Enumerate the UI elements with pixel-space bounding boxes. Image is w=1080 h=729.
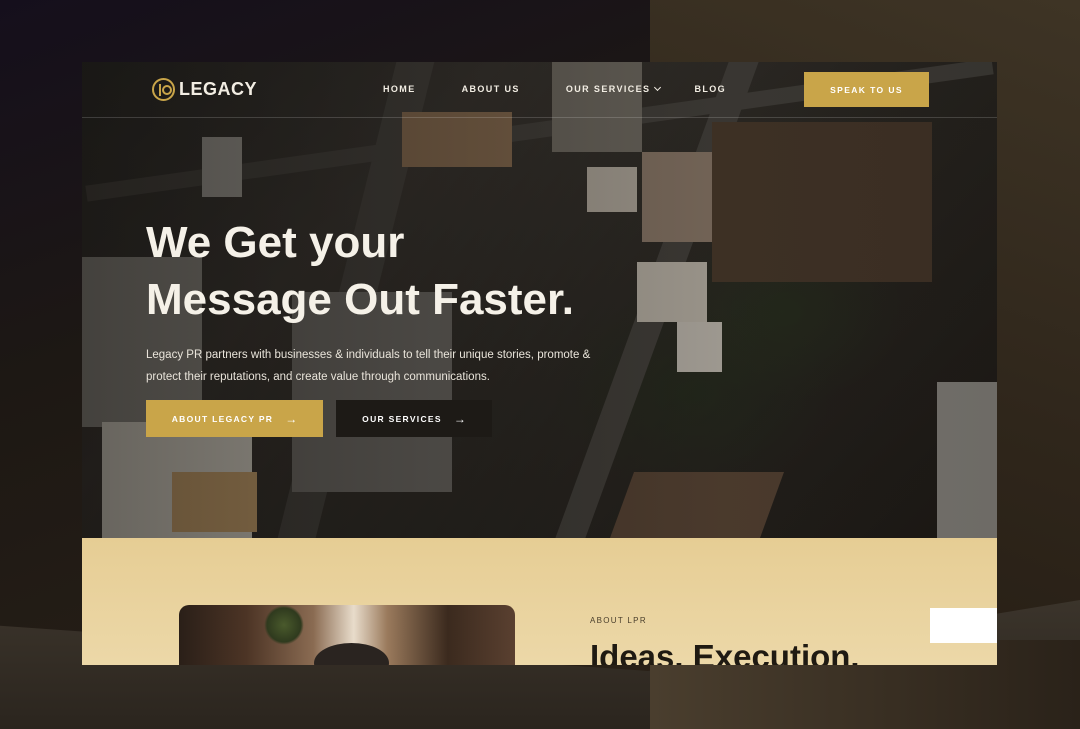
hero-title: We Get your Message Out Faster. xyxy=(146,214,666,328)
nav-item-about-us[interactable]: ABOUT US xyxy=(462,84,520,94)
nav-item-home[interactable]: HOME xyxy=(383,84,416,94)
about-section: ABOUT LPR Ideas. Execution. xyxy=(82,538,997,665)
hero-title-line: Message Out Faster. xyxy=(146,275,574,324)
nav-item-our-services[interactable]: OUR SERVICES xyxy=(565,83,662,94)
top-navigation: LEGACY HOME ABOUT US OUR SERVICES BLOG S… xyxy=(82,62,997,118)
logo-text: LEGACY xyxy=(179,79,258,99)
hero-copy: We Get your Message Out Faster. Legacy P… xyxy=(146,214,666,388)
hero-buttons: ABOUT LEGACY PR → OUR SERVICES → xyxy=(146,400,492,437)
chevron-down-icon xyxy=(654,83,662,92)
about-eyebrow: ABOUT LPR xyxy=(590,616,647,625)
our-services-button[interactable]: OUR SERVICES → xyxy=(336,400,492,437)
image-plant xyxy=(264,605,304,645)
hero-title-line: We Get your xyxy=(146,218,405,267)
side-widget-tab[interactable] xyxy=(930,608,997,643)
brand-logo[interactable]: LEGACY xyxy=(152,78,257,101)
image-bowl xyxy=(314,643,389,665)
button-label: ABOUT LEGACY PR xyxy=(171,413,274,424)
hero-subtitle: Legacy PR partners with businesses & ind… xyxy=(146,349,591,383)
speak-to-us-button[interactable]: SPEAK TO US xyxy=(804,72,929,107)
nav-item-label: OUR SERVICES xyxy=(565,84,651,94)
hero-section: LEGACY HOME ABOUT US OUR SERVICES BLOG S… xyxy=(82,62,997,538)
arrow-right-icon: → xyxy=(453,411,466,426)
nav-item-blog[interactable]: BLOG xyxy=(694,84,726,94)
website-preview: LEGACY HOME ABOUT US OUR SERVICES BLOG S… xyxy=(82,62,997,665)
arrow-right-icon: → xyxy=(285,411,298,426)
about-title: Ideas. Execution. xyxy=(590,638,860,665)
nav-links: HOME ABOUT US OUR SERVICES BLOG xyxy=(383,83,772,94)
button-label: OUR SERVICES xyxy=(362,413,442,424)
about-image xyxy=(179,605,515,665)
about-legacy-pr-button[interactable]: ABOUT LEGACY PR → xyxy=(146,400,323,437)
logo-mark-icon xyxy=(152,78,175,101)
